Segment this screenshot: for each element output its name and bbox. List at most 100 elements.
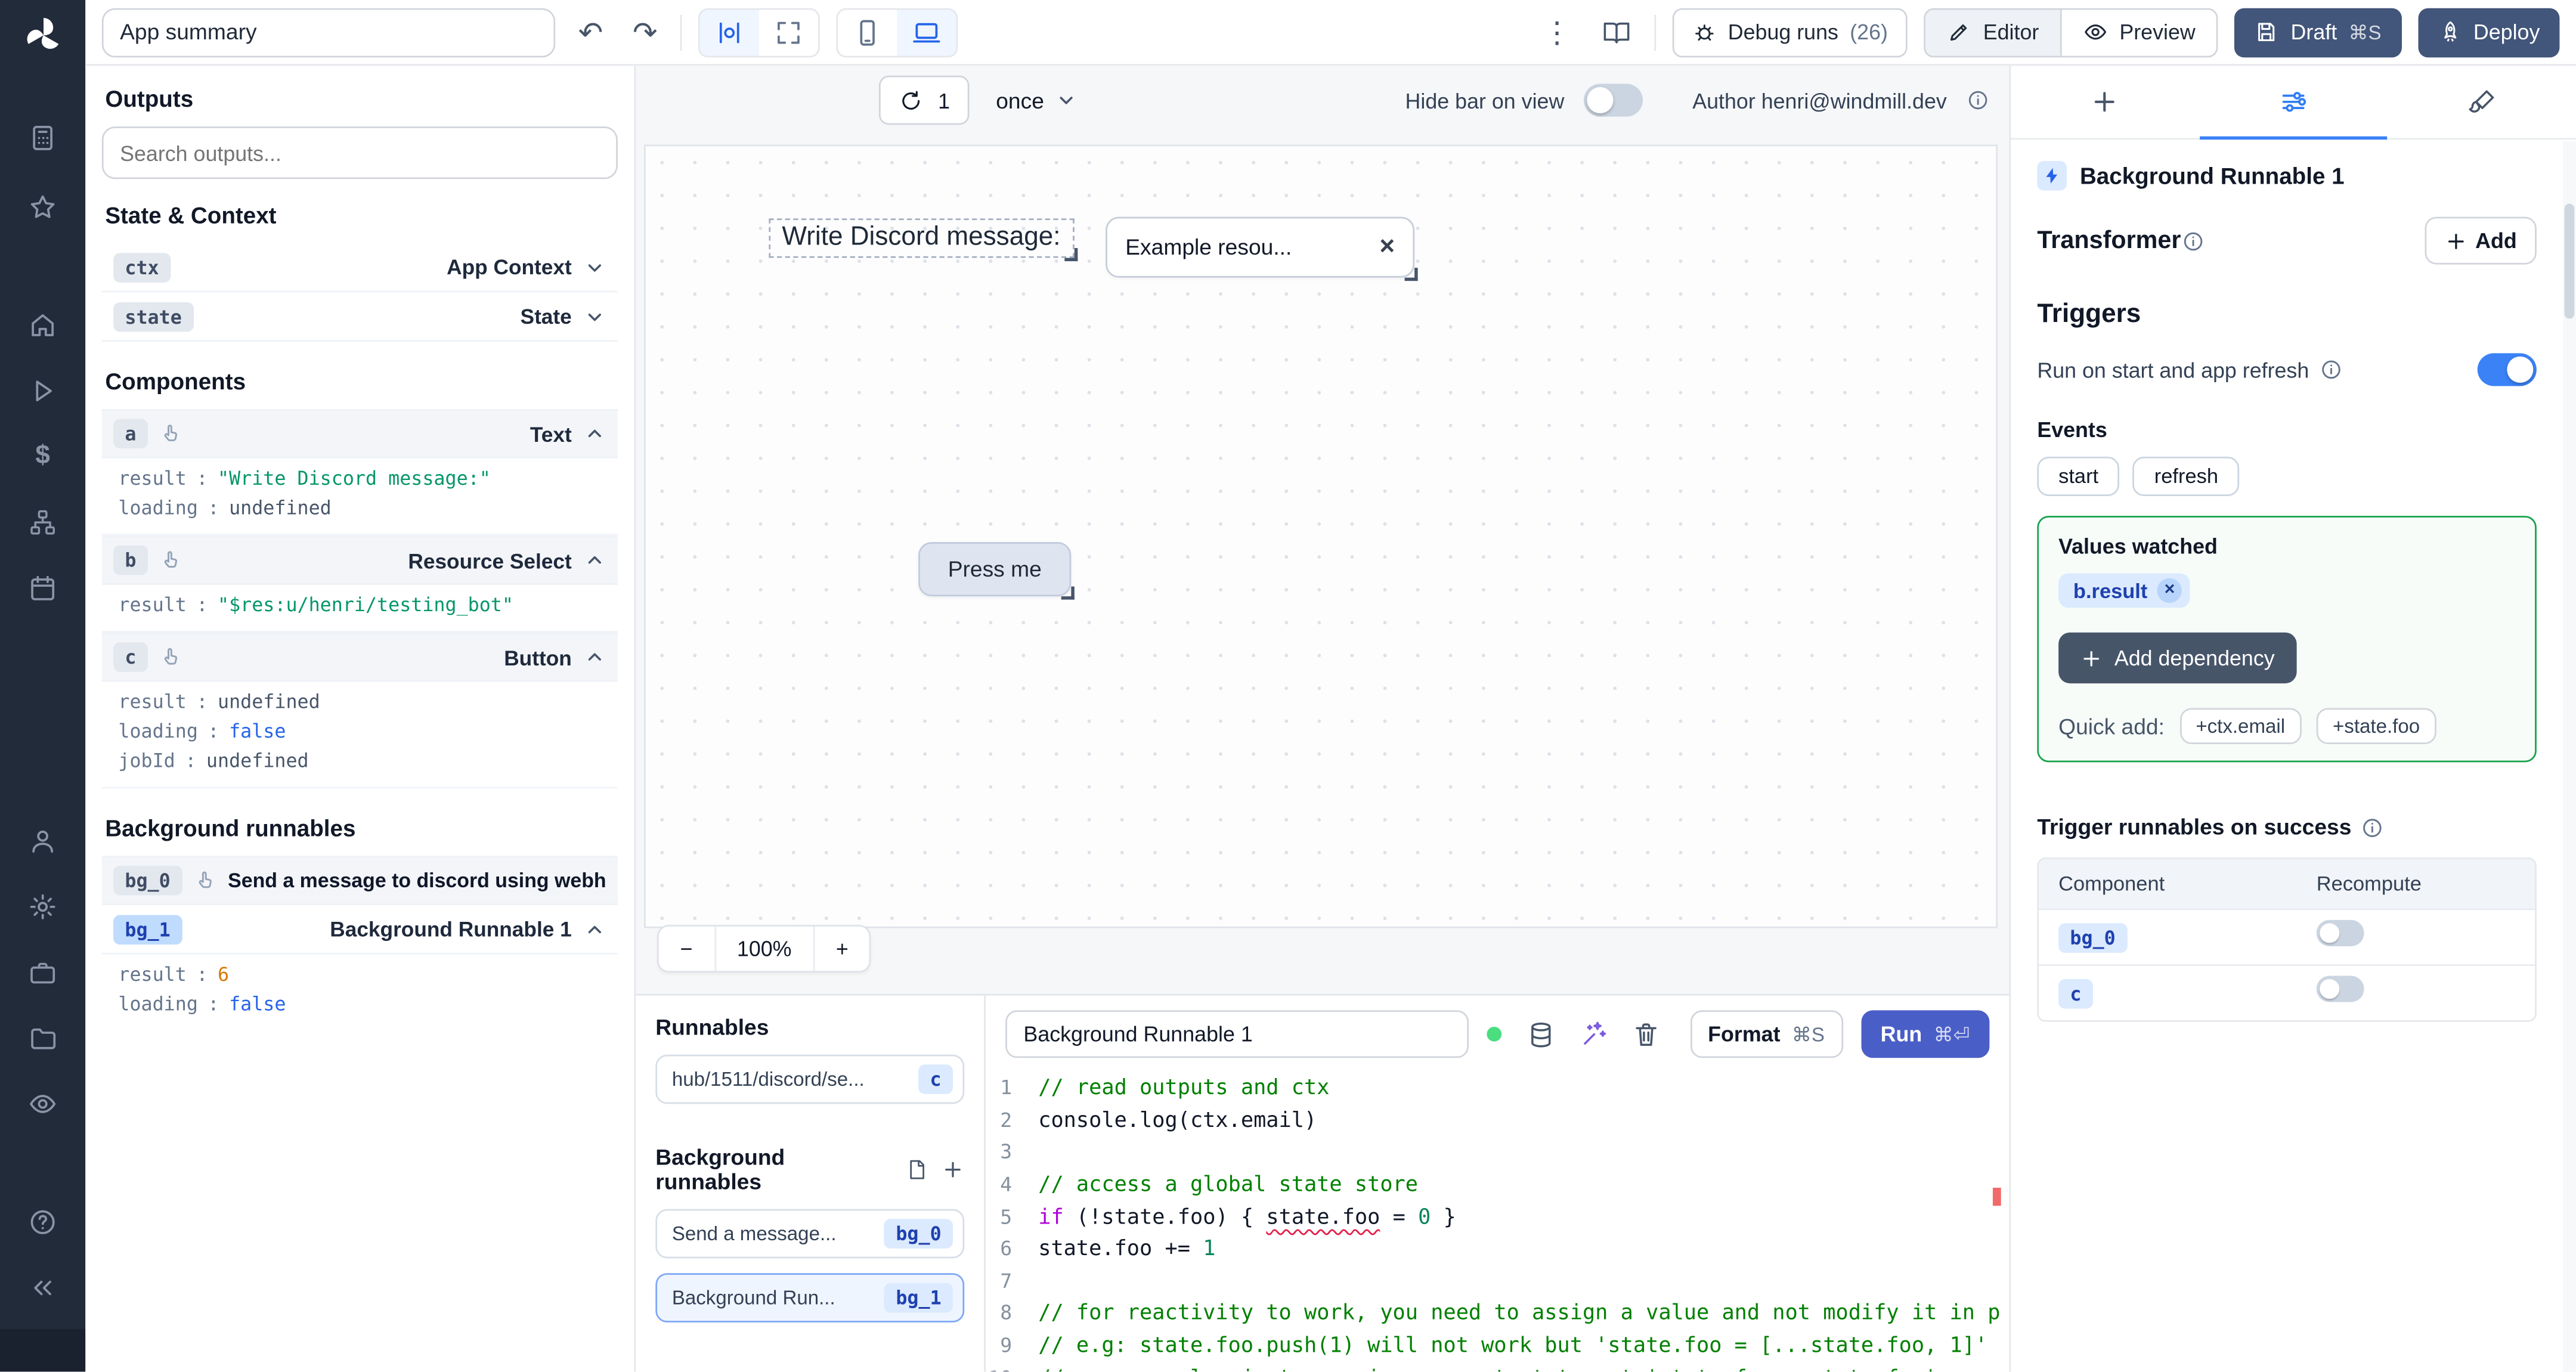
mobile-view-button[interactable] — [838, 9, 897, 55]
preview-tab[interactable]: Preview — [2060, 9, 2217, 55]
tab-settings[interactable] — [2199, 66, 2388, 140]
hide-bar-toggle[interactable] — [1584, 83, 1643, 117]
center-layout-button[interactable] — [700, 9, 760, 55]
search-outputs-input[interactable] — [101, 126, 618, 179]
rail-item-workers[interactable] — [18, 948, 67, 998]
recompute-toggle-c[interactable] — [2316, 975, 2364, 1002]
info-icon[interactable] — [2319, 358, 2342, 382]
rail-collapse-button[interactable] — [18, 1263, 67, 1313]
bg-runnables-header: Background runnables — [655, 1145, 785, 1195]
windmill-logo[interactable] — [20, 13, 64, 57]
component-settings-panel: Background Runnable 1 Transformer Add Tr… — [2009, 66, 2576, 1372]
output-row-ctx[interactable]: ctx App Context — [101, 243, 618, 293]
resize-handle[interactable] — [1404, 268, 1418, 281]
zoom-in-button[interactable]: + — [813, 927, 869, 971]
output-row-bg0[interactable]: bg_0 Send a message to discord using web… — [101, 856, 618, 906]
rail-item-runs[interactable] — [18, 366, 67, 416]
kebab-icon: ⋮ — [1542, 16, 1572, 49]
info-icon[interactable] — [2361, 816, 2385, 839]
desktop-view-button[interactable] — [897, 9, 956, 55]
code-text: state.foo += — [1038, 1237, 1203, 1262]
info-icon[interactable] — [2181, 229, 2205, 252]
scrollbar-thumb[interactable] — [2564, 203, 2575, 319]
recompute-toggle-bg0[interactable] — [2316, 919, 2364, 946]
clear-selection-icon[interactable]: × — [1379, 233, 1395, 261]
delete-runnable-button[interactable] — [1631, 1020, 1661, 1049]
runnable-item-hub[interactable]: hub/1511/discord/se... c — [655, 1055, 965, 1104]
app-rail: $ — [0, 0, 86, 1372]
refresh-frequency-dropdown[interactable]: once — [996, 88, 1077, 113]
remove-dependency-icon[interactable]: × — [2157, 578, 2182, 603]
canvas-wrap: Write Discord message: Example resou... … — [636, 135, 2009, 994]
tab-insert[interactable] — [2011, 66, 2199, 138]
resize-handle[interactable] — [1061, 586, 1075, 600]
rail-item-favorites[interactable] — [18, 182, 67, 232]
chevron-down-icon[interactable] — [583, 255, 606, 278]
component-a-badge: a — [113, 419, 148, 449]
add-transformer-button[interactable]: Add — [2424, 216, 2537, 265]
code-text: console.log(ctx.email) — [1038, 1108, 1317, 1133]
rail-item-settings[interactable] — [18, 882, 67, 932]
output-row-component-b[interactable]: b Resource Select — [101, 535, 618, 585]
chevron-down-icon[interactable] — [583, 305, 606, 328]
code-area[interactable]: 1 // read outputs and ctx 2 console.log(ct… — [986, 1068, 2009, 1372]
rail-item-folders[interactable] — [18, 1014, 67, 1063]
redo-button[interactable]: ↷ — [626, 14, 664, 50]
quick-add-state-foo[interactable]: +state.foo — [2316, 708, 2436, 745]
rail-item-apps[interactable] — [18, 113, 67, 163]
rail-item-variables[interactable]: $ — [18, 432, 67, 482]
run-button[interactable]: Run ⌘⏎ — [1860, 1010, 1990, 1058]
rail-item-resources[interactable] — [18, 498, 67, 547]
draft-button[interactable]: Draft ⌘S — [2234, 7, 2401, 57]
pointer-icon — [193, 869, 216, 892]
scrollbar-track[interactable] — [2562, 141, 2576, 1372]
fullscreen-layout-button[interactable] — [759, 9, 818, 55]
resize-handle[interactable] — [1064, 248, 1078, 262]
add-dependency-button[interactable]: Add dependency — [2058, 632, 2296, 684]
rail-item-users[interactable] — [18, 817, 67, 866]
rail-item-audit-logs[interactable] — [18, 1080, 67, 1129]
output-row-component-a[interactable]: a Text — [101, 409, 618, 459]
editor-tab[interactable]: Editor — [1925, 9, 2061, 55]
deploy-button[interactable]: Deploy — [2417, 7, 2560, 57]
app-title-input[interactable] — [101, 7, 556, 57]
output-row-state[interactable]: state State — [101, 292, 618, 342]
button-component[interactable]: Press me — [918, 542, 1075, 600]
info-icon[interactable] — [1967, 89, 1990, 112]
chevron-up-icon[interactable] — [583, 422, 606, 445]
cache-button[interactable] — [1526, 1020, 1556, 1049]
runnable-item-bg1[interactable]: Background Run... bg_1 — [655, 1273, 965, 1323]
runnable-name-input[interactable] — [1005, 1010, 1469, 1058]
app-canvas[interactable]: Write Discord message: Example resou... … — [643, 144, 1998, 928]
quick-add-ctx-email[interactable]: +ctx.email — [2179, 708, 2302, 745]
run-on-start-toggle[interactable] — [2477, 353, 2537, 386]
editor-preview-group: Editor Preview — [1924, 7, 2219, 57]
refresh-count: 1 — [938, 88, 950, 113]
rail-item-home[interactable] — [18, 301, 67, 350]
format-button[interactable]: Format ⌘S — [1689, 1010, 1843, 1058]
output-kv-row: jobId: undefined — [118, 749, 601, 772]
author-label: Author henri@windmill.dev — [1692, 88, 1947, 113]
divider — [1654, 14, 1656, 51]
runnable-item-bg0[interactable]: Send a message... bg_0 — [655, 1209, 965, 1259]
output-row-component-c[interactable]: c Button — [101, 632, 618, 682]
more-menu-button[interactable]: ⋮ — [1535, 14, 1578, 50]
hub-script-button[interactable] — [905, 1159, 928, 1182]
rail-item-help[interactable] — [18, 1198, 67, 1247]
docs-button[interactable] — [1595, 14, 1638, 50]
undo-button[interactable]: ↶ — [572, 14, 610, 50]
chevron-up-icon[interactable] — [583, 918, 606, 941]
selected-component-title: Background Runnable 1 — [2079, 162, 2345, 189]
add-background-runnable-button[interactable] — [942, 1159, 965, 1182]
zoom-out-button[interactable]: − — [659, 927, 714, 971]
chevron-up-icon[interactable] — [583, 646, 606, 669]
chevron-up-icon[interactable] — [583, 549, 606, 572]
resource-select-component[interactable]: Example resou... × — [1106, 216, 1418, 281]
output-row-bg1[interactable]: bg_1 Background Runnable 1 — [101, 905, 618, 955]
tab-css[interactable] — [2388, 66, 2576, 138]
refresh-count-button[interactable]: 1 — [878, 75, 970, 125]
rail-item-schedules[interactable] — [18, 563, 67, 613]
ai-assistant-button[interactable] — [1579, 1020, 1609, 1049]
text-component[interactable]: Write Discord message: — [769, 218, 1078, 262]
debug-runs-button[interactable]: Debug runs (26) — [1672, 7, 1908, 57]
